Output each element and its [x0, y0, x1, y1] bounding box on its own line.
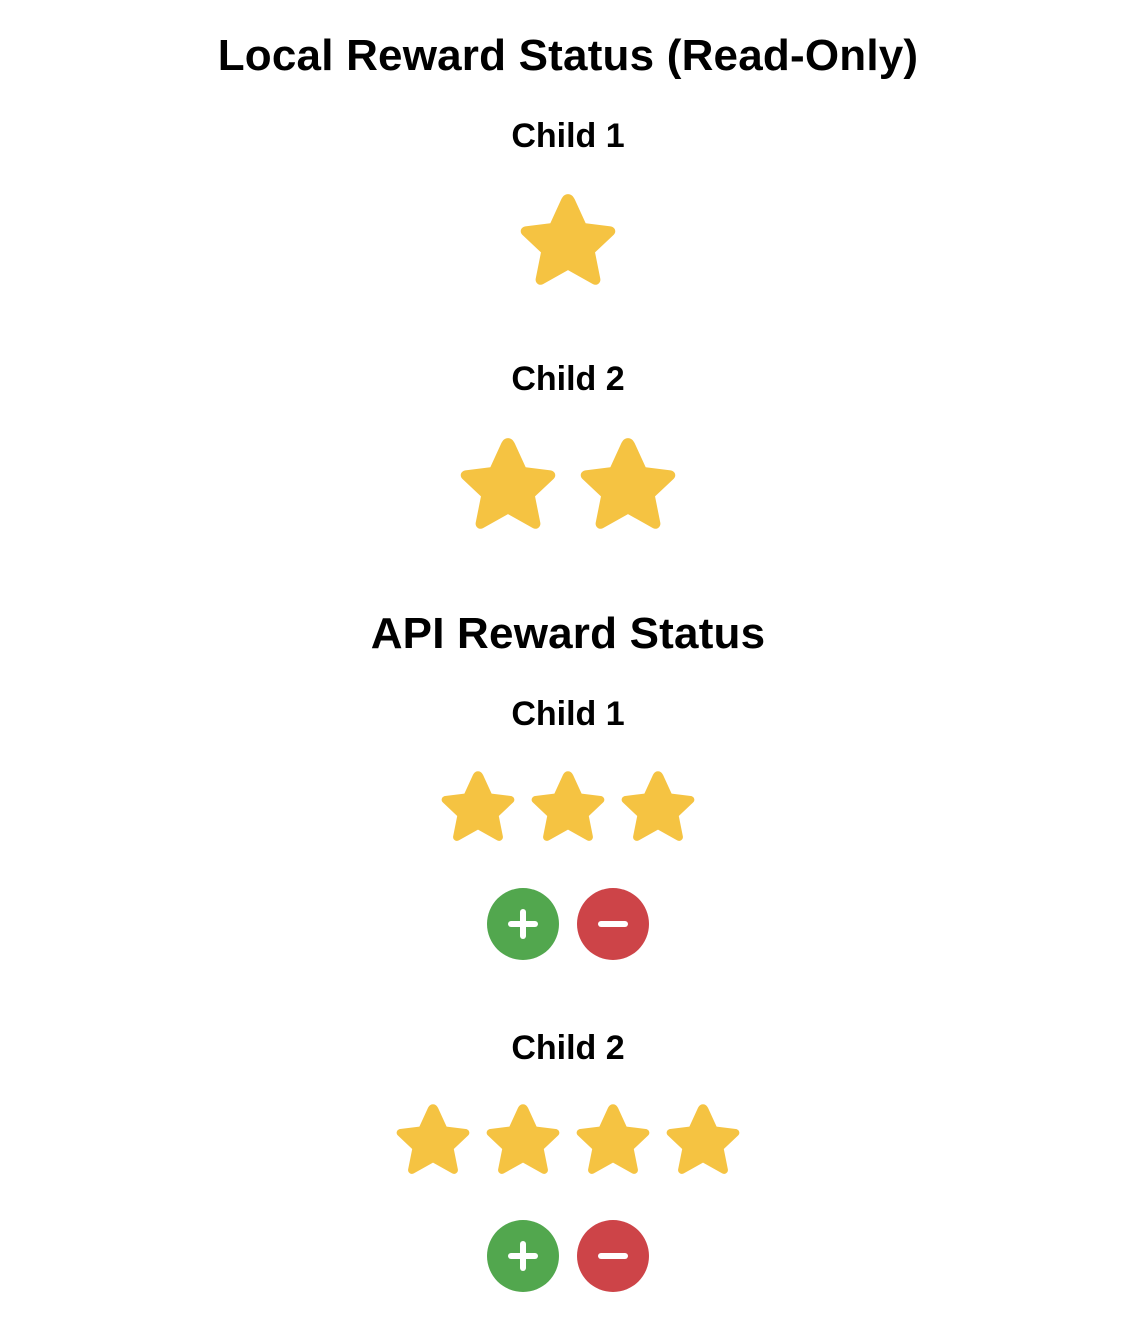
api-child-2-add-star-button[interactable] — [487, 1220, 559, 1292]
local-section-title: Local Reward Status (Read-Only) — [217, 31, 919, 80]
api-child-1-add-star-button[interactable] — [487, 888, 559, 960]
plus-icon — [505, 906, 541, 942]
api-child-2-remove-star-button[interactable] — [577, 1220, 649, 1292]
local-child-1-stars — [0, 190, 1136, 294]
star-icon — [516, 190, 620, 294]
local-child-2-name: Child 2 — [511, 360, 625, 398]
star-icon — [456, 434, 560, 538]
star-icon — [576, 434, 680, 538]
api-child-2-controls — [0, 1220, 1136, 1292]
reward-status-page: Local Reward Status (Read-Only) Child 1 … — [0, 0, 1136, 1336]
local-child-1-name: Child 1 — [511, 117, 625, 155]
star-icon — [438, 768, 518, 848]
api-child-2-stars — [0, 1101, 1136, 1181]
minus-icon — [595, 1238, 631, 1274]
star-icon — [393, 1101, 473, 1181]
star-icon — [483, 1101, 563, 1181]
plus-icon — [505, 1238, 541, 1274]
api-child-2-name: Child 2 — [511, 1029, 625, 1067]
api-section-title: API Reward Status — [370, 609, 766, 658]
api-child-1-stars — [0, 768, 1136, 848]
api-child-1-remove-star-button[interactable] — [577, 888, 649, 960]
api-child-1-name: Child 1 — [511, 695, 625, 733]
api-child-1-controls — [0, 888, 1136, 960]
star-icon — [528, 768, 608, 848]
star-icon — [573, 1101, 653, 1181]
star-icon — [618, 768, 698, 848]
local-child-2-stars — [0, 434, 1136, 538]
minus-icon — [595, 906, 631, 942]
star-icon — [663, 1101, 743, 1181]
